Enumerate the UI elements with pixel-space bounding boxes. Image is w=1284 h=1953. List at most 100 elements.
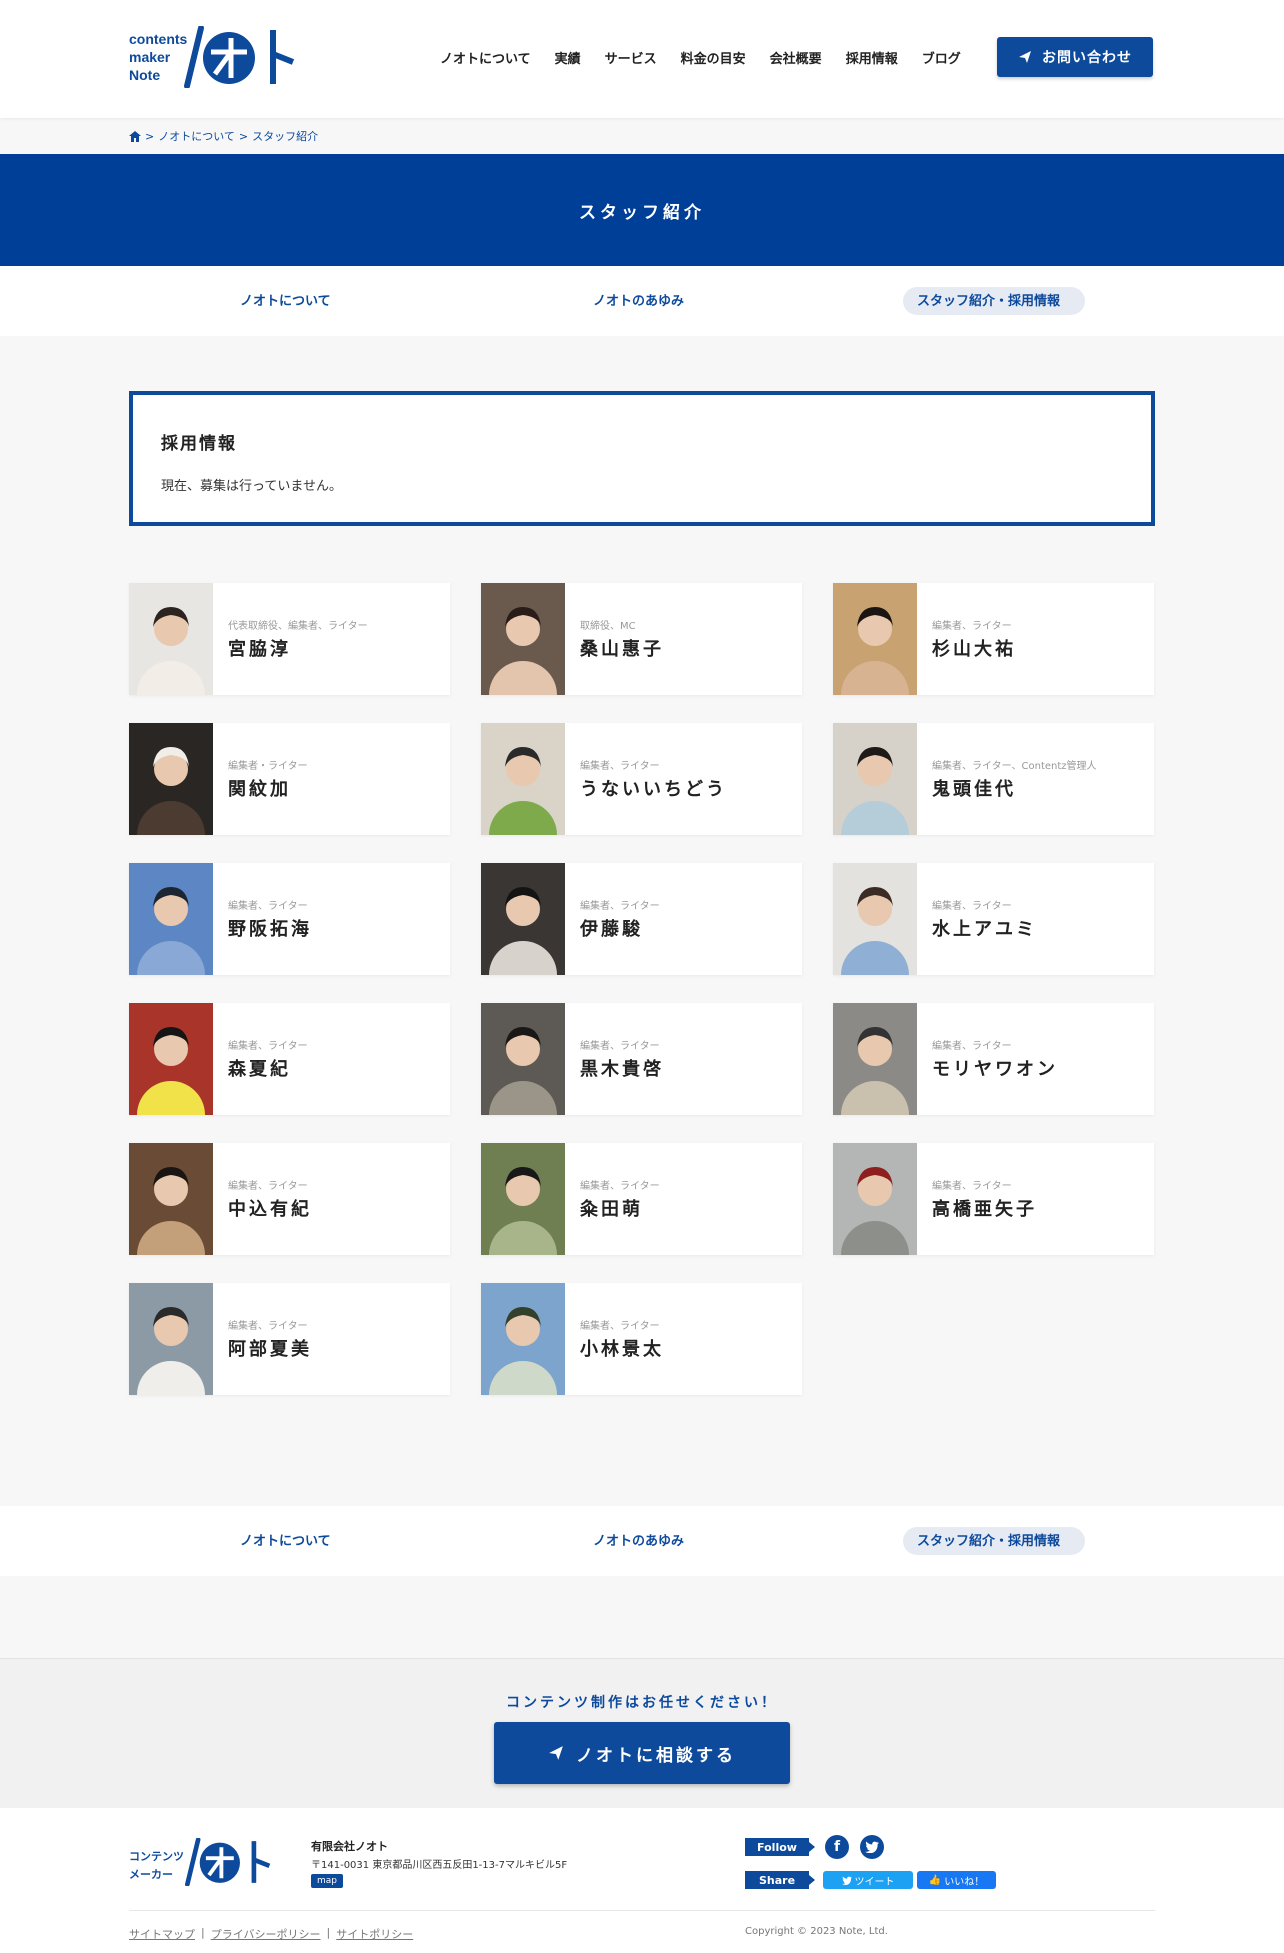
footer-link-separator: |	[326, 1926, 331, 1939]
sitemap-link[interactable]: サイトマップ	[129, 1926, 195, 1942]
staff-photo	[481, 723, 565, 835]
twitter-icon[interactable]	[860, 1835, 884, 1859]
facebook-icon[interactable]: f	[825, 1835, 849, 1859]
subnav-about[interactable]: ノオトについて	[240, 290, 331, 309]
staff-name: 高橋亜矢子	[932, 1199, 1037, 1220]
nav-pricing[interactable]: 料金の目安	[681, 48, 746, 67]
staff-photo	[129, 1283, 213, 1395]
logo-line-1: contents	[129, 31, 188, 47]
tweet-button[interactable]: ツイート	[823, 1871, 913, 1889]
breadcrumb-about[interactable]: ノオトについて	[158, 128, 235, 144]
staff-photo	[481, 1003, 565, 1115]
staff-role: 編集者、ライター	[580, 1041, 660, 1052]
page-banner: スタッフ紹介	[0, 154, 1284, 266]
consult-button[interactable]: ノオトに相談する	[494, 1722, 790, 1784]
sub-nav-top: ノオトについて ノオトのあゆみ スタッフ紹介・採用情報	[0, 266, 1284, 336]
site-logo[interactable]: contents maker Note	[129, 26, 314, 88]
nav-company[interactable]: 会社概要	[770, 48, 822, 67]
recruit-title: 採用情報	[161, 434, 237, 454]
staff-name: 小林景太	[580, 1339, 664, 1360]
staff-role: 編集者、ライター	[228, 1041, 308, 1052]
follow-label: Follow	[745, 1838, 815, 1856]
staff-role: 編集者、ライター	[580, 1181, 660, 1192]
cta-heading: コンテンツ制作はお任せください！	[506, 1695, 778, 1711]
thumbs-up-icon: 👍	[928, 1874, 942, 1886]
footer-logo[interactable]: コンテンツ メーカー	[129, 1838, 289, 1888]
staff-photo	[129, 583, 213, 695]
staff-role: 編集者、ライター	[228, 1321, 308, 1332]
staff-photo	[481, 1143, 565, 1255]
site-policy-link[interactable]: サイトポリシー	[336, 1926, 413, 1942]
staff-role: 編集者、ライター	[932, 1041, 1012, 1052]
like-label: いいね！	[944, 1876, 985, 1888]
subnav-history[interactable]: ノオトのあゆみ	[593, 1530, 684, 1549]
contact-button[interactable]: お問い合わせ	[997, 37, 1153, 77]
nav-recruit[interactable]: 採用情報	[846, 48, 898, 67]
staff-name: 阿部夏美	[228, 1339, 312, 1360]
staff-card[interactable]: 編集者、ライターモリヤワオン	[833, 1003, 1154, 1115]
subnav-staff-recruit[interactable]: スタッフ紹介・採用情報	[917, 1530, 1060, 1549]
subnav-history[interactable]: ノオトのあゆみ	[593, 290, 684, 309]
contact-button-label: お問い合わせ	[1042, 50, 1132, 66]
staff-card[interactable]: 編集者、ライター小林景太	[481, 1283, 802, 1395]
footer-logo-mark-icon	[185, 1838, 271, 1886]
consult-button-label: ノオトに相談する	[576, 1745, 736, 1766]
footer-company-name: 有限会社ノオト	[311, 1840, 388, 1853]
home-icon[interactable]	[129, 130, 141, 142]
staff-name: モリヤワオン	[932, 1059, 1058, 1080]
staff-card[interactable]: 編集者、ライター 粂田萌	[481, 1143, 802, 1255]
footer-link-separator: |	[201, 1926, 205, 1939]
logo-line-3: Note	[129, 67, 161, 83]
staff-card[interactable]: 編集者、ライター 高橋亜矢子	[833, 1143, 1154, 1255]
staff-photo	[833, 583, 917, 695]
staff-name: 桑山惠子	[580, 639, 664, 660]
staff-photo	[129, 723, 213, 835]
breadcrumb-separator: >	[145, 129, 155, 143]
staff-card[interactable]: 編集者、ライター 水上アユミ	[833, 863, 1154, 975]
staff-card[interactable]: 編集者、ライター 伊藤駿	[481, 863, 802, 975]
nav-about[interactable]: ノオトについて	[440, 48, 531, 67]
subnav-about[interactable]: ノオトについて	[240, 1530, 331, 1549]
nav-services[interactable]: サービス	[605, 48, 657, 67]
staff-name: 杉山大祐	[932, 639, 1016, 660]
staff-card[interactable]: 編集者・ライター 関紋加	[129, 723, 450, 835]
logo-mark-icon	[184, 26, 295, 88]
staff-role: 編集者、ライター	[228, 901, 308, 912]
site-footer: コンテンツ メーカー 有限会社ノオト 〒141-0031 東京都品川区西五反田1…	[0, 1808, 1284, 1953]
staff-role: 編集者、ライター	[228, 1181, 308, 1192]
staff-name: 中込有紀	[228, 1199, 312, 1220]
staff-card[interactable]: 編集者、ライター 森夏紀	[129, 1003, 450, 1115]
staff-card[interactable]: 編集者、ライター 野阪拓海	[129, 863, 450, 975]
staff-name: うないいちどう	[580, 779, 727, 800]
twitter-bird-icon	[841, 1876, 852, 1885]
staff-card[interactable]: 取締役、MC 桑山惠子	[481, 583, 802, 695]
footer-map-link[interactable]: map	[311, 1874, 343, 1888]
breadcrumb-separator: >	[238, 129, 249, 143]
privacy-policy-link[interactable]: プライバシーポリシー	[211, 1926, 321, 1942]
staff-card[interactable]: 編集者、ライター、Contentz管理人 鬼頭佳代	[833, 723, 1154, 835]
staff-photo	[481, 1283, 565, 1395]
staff-card[interactable]: 編集者、ライター阿部夏美	[129, 1283, 450, 1395]
staff-card[interactable]: 編集者、ライターうないいちどう	[481, 723, 802, 835]
like-button[interactable]: 👍 いいね！	[917, 1871, 996, 1889]
footer-logo-wordmark: コンテンツ メーカー	[129, 1848, 184, 1884]
sub-nav-bottom: ノオトについて ノオトのあゆみ スタッフ紹介・採用情報	[0, 1506, 1284, 1576]
logo-wordmark: contents maker Note	[129, 30, 187, 84]
staff-card[interactable]: 編集者、ライター杉山大祐	[833, 583, 1154, 695]
staff-name: 黒木貴啓	[580, 1059, 664, 1080]
staff-card[interactable]: 編集者、ライター中込有紀	[129, 1143, 450, 1255]
staff-card[interactable]: 編集者、ライター黒木貴啓	[481, 1003, 802, 1115]
subnav-staff-recruit[interactable]: スタッフ紹介・採用情報	[917, 290, 1060, 309]
staff-card[interactable]: 代表取締役、編集者、ライター 宮脇淳	[129, 583, 450, 695]
breadcrumb: > ノオトについて > スタッフ紹介	[129, 128, 318, 144]
staff-role: 編集者、ライター	[932, 621, 1012, 632]
paper-plane-icon	[1019, 51, 1031, 63]
nav-blog[interactable]: ブログ	[922, 48, 961, 67]
staff-role: 編集者、ライター	[580, 761, 660, 772]
nav-works[interactable]: 実績	[555, 48, 581, 67]
staff-role: 編集者、ライター	[580, 1321, 660, 1332]
staff-name: 水上アユミ	[932, 919, 1037, 940]
footer-logo-line-1: コンテンツ	[129, 1850, 184, 1863]
main-nav: ノオトについて 実績 サービス 料金の目安 会社概要 採用情報 ブログ	[440, 48, 961, 67]
footer-divider	[129, 1910, 1155, 1911]
